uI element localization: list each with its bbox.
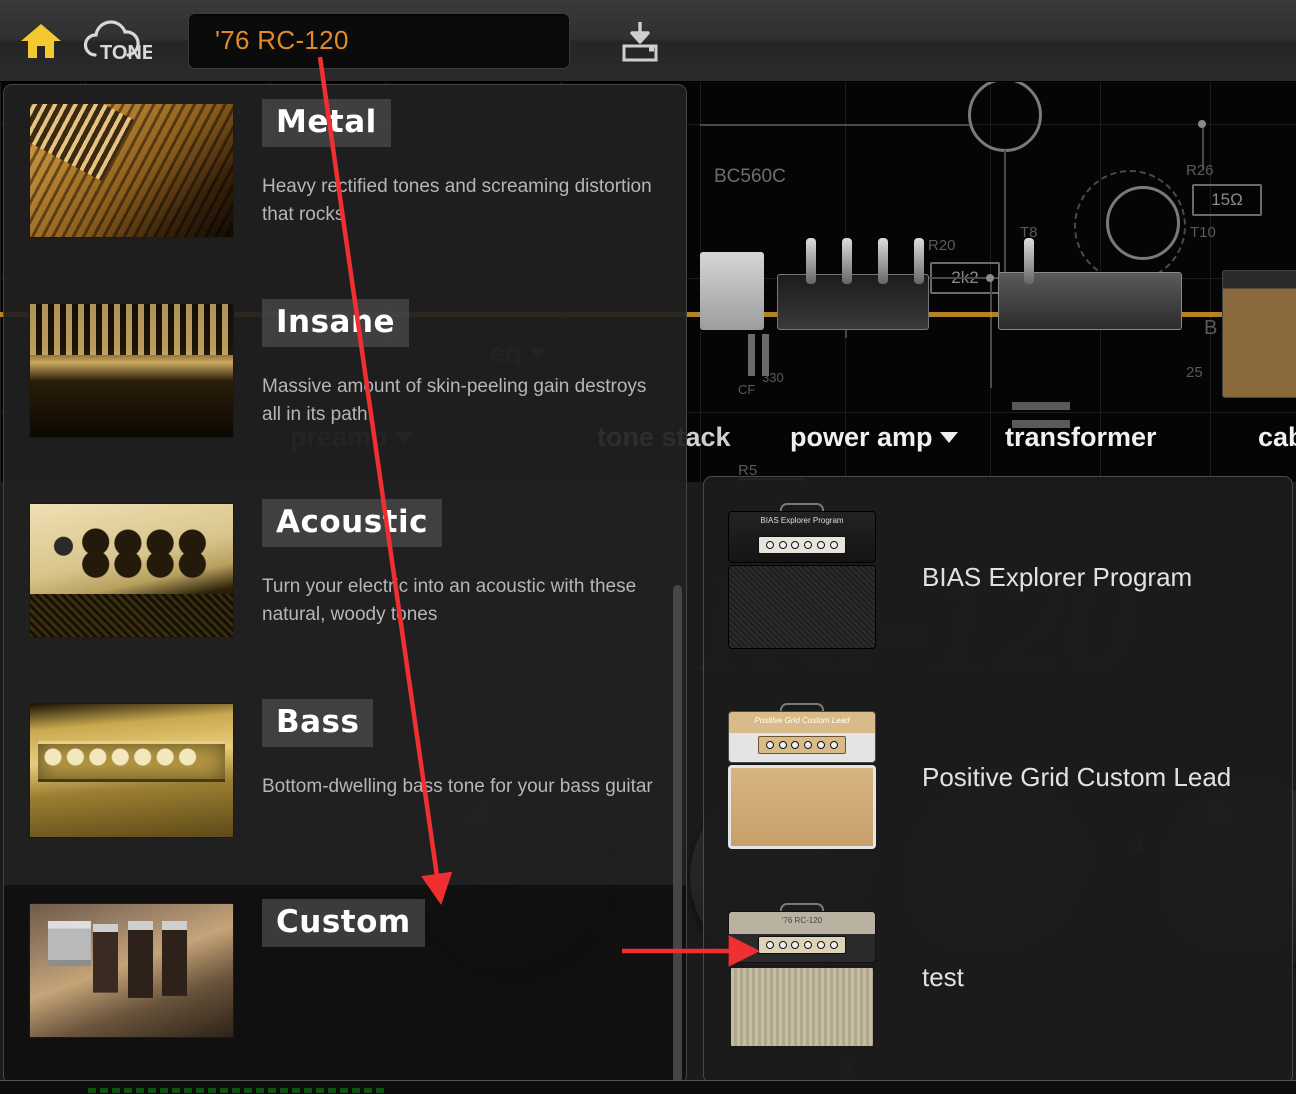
- chain-label-cab[interactable]: cab: [1258, 422, 1296, 453]
- amp-thumbnail: '76 RC-120: [728, 903, 876, 1053]
- amp-brand-text: Positive Grid Custom Lead: [729, 716, 875, 725]
- tone-cloud-icon[interactable]: TONE: [78, 16, 152, 66]
- preset-label: BIAS Explorer Program: [922, 562, 1192, 593]
- level-meter: [88, 1088, 388, 1093]
- chain-label-power-amp[interactable]: power amp: [790, 422, 958, 453]
- chain-label-text: power amp: [790, 422, 933, 453]
- preset-label: test: [922, 962, 964, 993]
- preset-name-field[interactable]: '76 RC-120: [188, 13, 570, 69]
- module-preamp: [700, 252, 764, 330]
- preset-label: Positive Grid Custom Lead: [922, 762, 1231, 793]
- svg-text:TONE: TONE: [100, 42, 152, 64]
- preset-row-test[interactable]: '76 RC-120 test: [704, 877, 1292, 1077]
- category-title: Acoustic: [262, 499, 442, 547]
- category-row-bass[interactable]: Bass Bottom-dwelling bass tone for your …: [4, 685, 686, 885]
- category-description: Massive amount of skin-peeling gain dest…: [262, 373, 658, 429]
- home-icon[interactable]: [18, 18, 64, 64]
- category-row-custom[interactable]: Custom: [4, 885, 686, 1084]
- amp-brand-text: '76 RC-120: [729, 916, 875, 925]
- bottom-status-bar: [0, 1080, 1296, 1094]
- chain-label-transformer[interactable]: transformer: [1005, 422, 1157, 453]
- amp-thumbnail: Positive Grid Custom Lead: [728, 703, 876, 853]
- top-toolbar: TONE '76 RC-120: [0, 0, 1296, 82]
- chain-label-text: cab: [1258, 422, 1296, 453]
- custom-tubes-photo: [29, 903, 234, 1038]
- acoustic-amp-photo: [29, 503, 234, 638]
- category-row-acoustic[interactable]: Acoustic Turn your electric into an acou…: [4, 485, 686, 685]
- category-title: Custom: [262, 899, 425, 947]
- preset-name-text: '76 RC-120: [215, 25, 349, 56]
- category-row-metal[interactable]: Metal Heavy rectified tones and screamin…: [4, 85, 686, 285]
- category-description: Bottom-dwelling bass tone for your bass …: [262, 773, 658, 801]
- preset-row-positive-grid-custom-lead[interactable]: Positive Grid Custom Lead Positive Grid …: [704, 677, 1292, 877]
- preset-row-bias-explorer-program[interactable]: BIAS Explorer Program BIAS Explorer Prog…: [704, 477, 1292, 677]
- insane-amp-photo: [29, 303, 234, 438]
- metal-amp-photo: [29, 103, 234, 238]
- bias-amp-window: 2k2 15Ω 2k00 BC560C R20 T8 R26 T10 B 25: [0, 0, 1296, 1094]
- amp-category-panel: Metal Heavy rectified tones and screamin…: [3, 84, 687, 1084]
- category-title: Metal: [262, 99, 391, 147]
- amp-thumbnail: BIAS Explorer Program: [728, 503, 876, 653]
- chevron-down-icon: [940, 432, 958, 443]
- category-description: Heavy rectified tones and screaming dist…: [262, 173, 658, 229]
- category-panel-scrollbar[interactable]: [673, 585, 682, 1084]
- chain-label-text: transformer: [1005, 422, 1157, 453]
- amp-brand-text: BIAS Explorer Program: [729, 516, 875, 525]
- module-cab: [1222, 270, 1296, 398]
- category-title: Bass: [262, 699, 373, 747]
- module-tone-stack: [777, 274, 929, 330]
- category-row-insane[interactable]: Insane Massive amount of skin-peeling ga…: [4, 285, 686, 485]
- save-download-icon[interactable]: [614, 15, 666, 67]
- bass-amp-photo: [29, 703, 234, 838]
- preset-panel: BIAS Explorer Program BIAS Explorer Prog…: [703, 476, 1293, 1084]
- category-description: Turn your electric into an acoustic with…: [262, 573, 658, 629]
- category-title: Insane: [262, 299, 409, 347]
